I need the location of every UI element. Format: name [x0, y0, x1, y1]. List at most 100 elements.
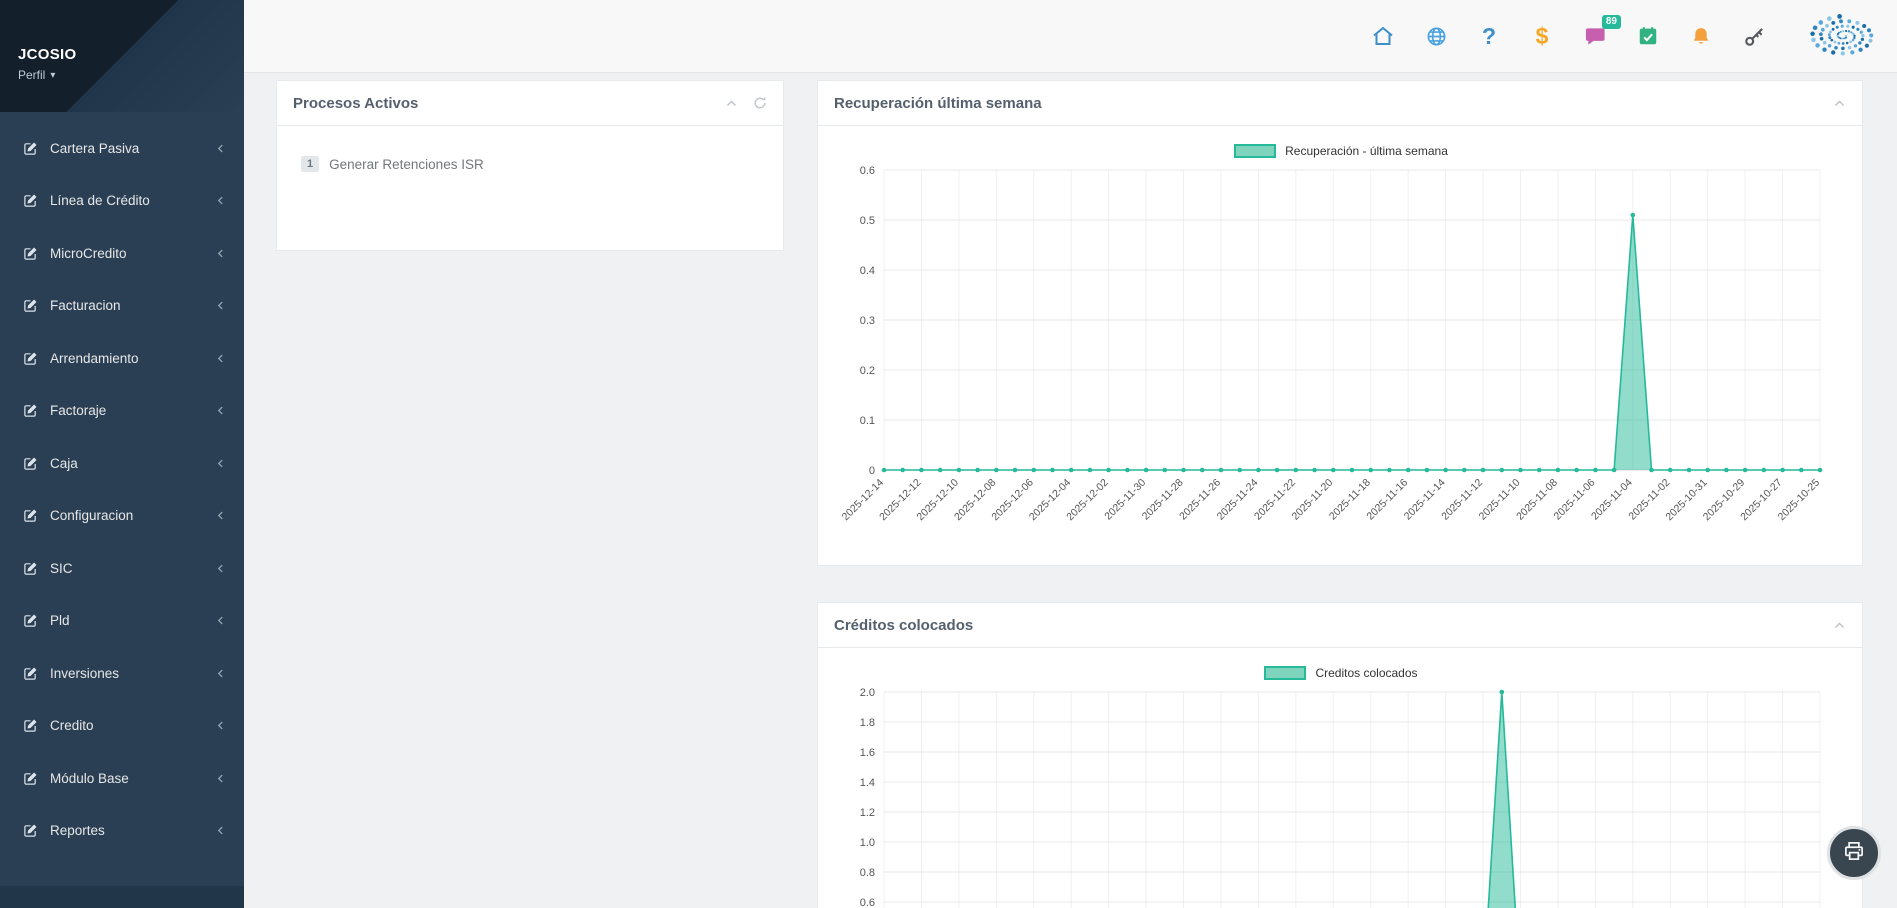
profile-dropdown-label: Perfil	[18, 68, 45, 82]
creditos-chart: Creditos colocados 00.20.40.60.81.01.21.…	[818, 648, 1862, 908]
sidebar-item-reportes[interactable]: Reportes	[0, 805, 244, 858]
legend-swatch	[1234, 144, 1276, 158]
svg-text:2.0: 2.0	[860, 687, 875, 699]
sidebar-item-label: Credito	[50, 718, 215, 733]
chevron-left-icon	[215, 563, 226, 574]
profile-dropdown[interactable]: Perfil ▾	[18, 68, 55, 82]
panel-header: Procesos Activos	[277, 81, 783, 126]
chevron-left-icon	[215, 143, 226, 154]
messages-icon[interactable]: 89	[1582, 22, 1608, 50]
edit-icon	[23, 508, 38, 523]
chevron-up-icon[interactable]	[725, 97, 738, 110]
chevron-left-icon	[215, 300, 226, 311]
recuperacion-chart-canvas: 00.10.20.30.40.50.62025-12-142025-12-122…	[832, 162, 1846, 566]
sidebar-item-factoraje[interactable]: Factoraje	[0, 385, 244, 438]
dotted-globe-logo[interactable]	[1797, 5, 1889, 67]
chevron-up-icon[interactable]	[1833, 97, 1846, 110]
creditos-chart-canvas: 00.20.40.60.81.01.21.41.61.82.02025-12-1…	[832, 684, 1846, 908]
panel-title: Créditos colocados	[834, 617, 1833, 634]
refresh-icon[interactable]	[753, 96, 767, 110]
process-item[interactable]: 1Generar Retenciones ISR	[301, 156, 783, 172]
svg-text:1.2: 1.2	[860, 807, 875, 819]
sidebar-item-arrendamiento[interactable]: Arrendamiento	[0, 332, 244, 385]
panel-tools	[1833, 619, 1846, 632]
main-content: Procesos Activos 1Generar Retenciones IS…	[244, 73, 1897, 908]
help-icon[interactable]: ?	[1476, 22, 1502, 50]
panel-tools	[725, 96, 767, 110]
chart-legend: Creditos colocados	[832, 666, 1850, 680]
sidebar-item-label: Arrendamiento	[50, 351, 215, 366]
dollar-icon[interactable]: $	[1529, 22, 1555, 50]
chevron-left-icon	[215, 825, 226, 836]
chevron-left-icon	[215, 773, 226, 784]
chevron-left-icon	[215, 615, 226, 626]
sidebar-item-pld[interactable]: Pld	[0, 595, 244, 648]
svg-text:0.4: 0.4	[860, 265, 875, 277]
sidebar-footer	[0, 886, 244, 908]
chevron-left-icon	[215, 720, 226, 731]
sidebar-item-microcredito[interactable]: MicroCredito	[0, 227, 244, 280]
chevron-left-icon	[215, 510, 226, 521]
chevron-up-icon[interactable]	[1833, 619, 1846, 632]
panel-procesos-activos: Procesos Activos 1Generar Retenciones IS…	[276, 80, 784, 251]
sidebar-item-caja[interactable]: Caja	[0, 437, 244, 490]
chevron-left-icon	[215, 248, 226, 259]
panel-tools	[1833, 97, 1846, 110]
legend-label: Creditos colocados	[1315, 666, 1417, 680]
svg-text:0.5: 0.5	[860, 215, 875, 227]
key-icon[interactable]	[1741, 22, 1767, 50]
globe-icon[interactable]	[1423, 22, 1449, 50]
home-icon[interactable]	[1370, 22, 1396, 50]
top-icon-row: ? $89	[1370, 22, 1767, 50]
sidebar-item-linea-de-credito[interactable]: Línea de Crédito	[0, 175, 244, 228]
sidebar-item-facturacion[interactable]: Facturacion	[0, 280, 244, 333]
print-icon	[1841, 838, 1867, 869]
sidebar-menu: Cartera PasivaLínea de Crédito MicroCredi…	[0, 112, 244, 857]
messages-badge: 89	[1602, 15, 1621, 29]
svg-text:0.1: 0.1	[860, 415, 875, 427]
svg-text:1.0: 1.0	[860, 837, 875, 849]
sidebar-item-credito[interactable]: Credito	[0, 700, 244, 753]
svg-text:1.8: 1.8	[860, 717, 875, 729]
chevron-left-icon	[215, 405, 226, 416]
notifications-icon[interactable]	[1688, 22, 1714, 50]
svg-text:1.6: 1.6	[860, 747, 875, 759]
edit-icon	[23, 193, 38, 208]
chevron-left-icon	[215, 668, 226, 679]
edit-icon	[23, 561, 38, 576]
chevron-left-icon	[215, 458, 226, 469]
process-label: Generar Retenciones ISR	[329, 157, 484, 172]
svg-text:0.6: 0.6	[860, 897, 875, 908]
legend-swatch	[1264, 666, 1306, 680]
sidebar-item-sic[interactable]: SIC	[0, 542, 244, 595]
edit-icon	[23, 613, 38, 628]
svg-text:0.3: 0.3	[860, 315, 875, 327]
sidebar-item-label: Pld	[50, 613, 215, 628]
sidebar-item-modulo-base[interactable]: Módulo Base	[0, 752, 244, 805]
sidebar-item-configuracion[interactable]: Configuracion	[0, 490, 244, 543]
svg-text:0: 0	[869, 465, 875, 477]
edit-icon	[23, 771, 38, 786]
user-name: JCOSIO	[18, 46, 244, 63]
edit-icon	[23, 403, 38, 418]
svg-text:1.4: 1.4	[860, 777, 875, 789]
sidebar-item-label: MicroCredito	[50, 246, 215, 261]
tasks-icon[interactable]	[1635, 22, 1661, 50]
sidebar-item-label: Caja	[50, 456, 215, 471]
panel-title: Recuperación última semana	[834, 95, 1833, 112]
sidebar-item-label: Reportes	[50, 823, 215, 838]
sidebar-item-label: Configuracion	[50, 508, 215, 523]
recuperacion-chart: Recuperación - última semana 00.10.20.30…	[818, 126, 1862, 566]
sidebar-item-label: Inversiones	[50, 666, 215, 681]
panel-recuperacion: Recuperación última semana Recuperación …	[817, 80, 1863, 566]
top-bar: ? $89	[244, 0, 1897, 73]
sidebar-item-cartera-pasiva[interactable]: Cartera Pasiva	[0, 122, 244, 175]
user-profile: JCOSIO Perfil ▾	[0, 0, 244, 112]
print-button[interactable]	[1827, 826, 1881, 880]
svg-text:0.8: 0.8	[860, 867, 875, 879]
panel-creditos-colocados: Créditos colocados Creditos colocados 00…	[817, 602, 1863, 908]
edit-icon	[23, 823, 38, 838]
sidebar-item-inversiones[interactable]: Inversiones	[0, 647, 244, 700]
sidebar-item-label: Facturacion	[50, 298, 215, 313]
edit-icon	[23, 718, 38, 733]
